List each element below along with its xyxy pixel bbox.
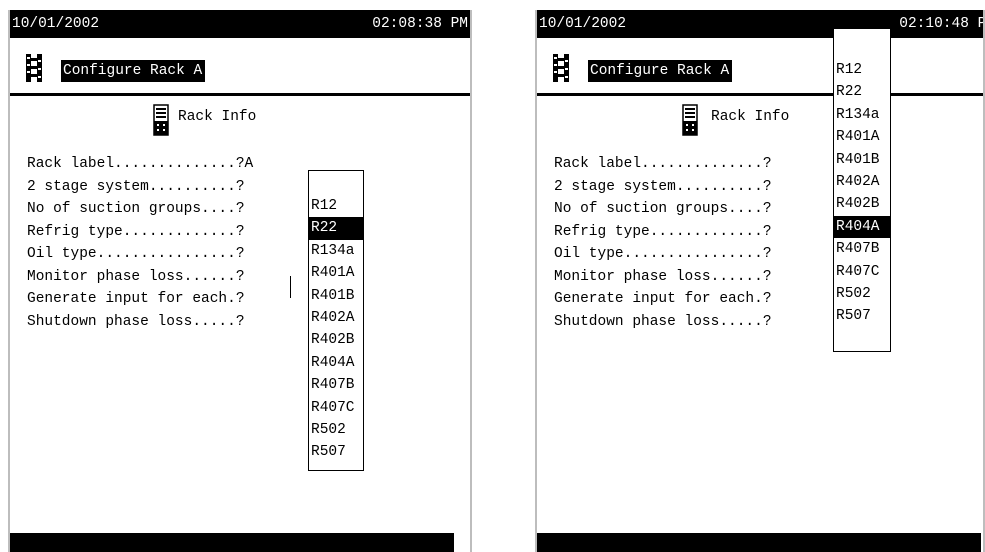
dropdown-option[interactable]: R402A [309, 307, 363, 329]
dropdown-option[interactable]: R507 [834, 305, 890, 327]
section-title: Rack Info [711, 109, 790, 125]
field-refrig-type[interactable]: Refrig type.............? [27, 221, 253, 244]
refrig-type-dropdown[interactable]: R12 R22 R134a R401A R401B R402A R402B R404A R407… [833, 28, 891, 352]
field-label: Rack label..............? [554, 156, 772, 172]
field-rack-label[interactable]: Rack label..............?A [27, 153, 253, 176]
dropdown-option[interactable]: R404A [834, 215, 890, 239]
field-oil-type[interactable]: Oil type................? [27, 243, 253, 266]
dropdown-option[interactable]: R12 [834, 59, 890, 81]
field-label: No of suction groups....? [27, 201, 245, 217]
terminal-screen-right: 10/01/2002 02:10:48 PM Configure Rack A … [535, 10, 985, 552]
field-value: A [244, 156, 254, 172]
bottom-bar [537, 533, 981, 552]
field-label: Refrig type.............? [27, 223, 245, 240]
status-time: 02:10:48 PM [899, 16, 985, 32]
text-cursor [290, 276, 291, 298]
status-time: 02:08:38 PM [372, 16, 468, 32]
field-label: Generate input for each.? [554, 291, 772, 307]
screen-edge [470, 10, 472, 552]
dropdown-option[interactable]: R401B [834, 149, 890, 171]
field-2-stage-system[interactable]: 2 stage system..........? [554, 176, 772, 199]
refrig-type-dropdown[interactable]: R12 R22 R134a R401A R401B R402A R402B R404A R407… [308, 170, 364, 471]
field-label: Oil type................? [27, 246, 245, 262]
dropdown-option[interactable]: R134a [834, 104, 890, 126]
dropdown-option[interactable]: R22 [834, 81, 890, 103]
field-suction-groups[interactable]: No of suction groups....? [27, 198, 253, 221]
dropdown-option[interactable]: R407C [834, 261, 890, 283]
status-bar: 10/01/2002 02:10:48 PM [537, 10, 985, 38]
dropdown-option[interactable]: R402B [309, 329, 363, 351]
dropdown-option[interactable]: R134a [309, 240, 363, 262]
dropdown-option[interactable]: R502 [309, 419, 363, 441]
field-label: No of suction groups....? [554, 201, 772, 217]
field-refrig-type[interactable]: Refrig type.............? [554, 221, 772, 244]
dropdown-option[interactable]: R12 [309, 195, 363, 217]
field-label: Monitor phase loss......? [554, 268, 772, 285]
page-title: Configure Rack A [61, 60, 206, 82]
page-title: Configure Rack A [588, 60, 733, 82]
dropdown-option[interactable]: R404A [309, 352, 363, 374]
dropdown-option[interactable]: R407B [834, 238, 890, 260]
form-fields: Rack label..............?A 2 stage syste… [27, 153, 253, 333]
dropdown-option[interactable]: R502 [834, 283, 890, 305]
field-label: 2 stage system..........? [554, 178, 772, 195]
dropdown-option[interactable]: R407C [309, 397, 363, 419]
dropdown-option[interactable]: R402A [834, 171, 890, 193]
status-date: 10/01/2002 [539, 16, 627, 32]
rack-info-icon [682, 104, 698, 136]
dropdown-option[interactable]: R407B [309, 374, 363, 396]
field-label: Shutdown phase loss.....? [27, 313, 245, 330]
section-title: Rack Info [178, 109, 257, 125]
dropdown-option[interactable]: R401B [309, 285, 363, 307]
status-bar: 10/01/2002 02:08:38 PM [10, 10, 470, 38]
dropdown-option[interactable]: R22 [309, 217, 363, 240]
field-shutdown-phase-loss[interactable]: Shutdown phase loss.....? [554, 311, 772, 334]
rack-icon [26, 54, 42, 82]
field-rack-label[interactable]: Rack label..............? [554, 153, 772, 176]
field-monitor-phase-loss[interactable]: Monitor phase loss......? [554, 266, 772, 289]
field-oil-type[interactable]: Oil type................? [554, 243, 772, 266]
status-date: 10/01/2002 [12, 16, 100, 32]
field-generate-input[interactable]: Generate input for each.? [27, 288, 253, 311]
field-2-stage-system[interactable]: 2 stage system..........? [27, 176, 253, 199]
field-label: Shutdown phase loss.....? [554, 313, 772, 330]
field-suction-groups[interactable]: No of suction groups....? [554, 198, 772, 221]
field-label: 2 stage system..........? [27, 178, 245, 195]
rack-info-icon [153, 104, 169, 136]
rack-icon [553, 54, 569, 82]
field-label: Monitor phase loss......? [27, 268, 245, 285]
dropdown-option[interactable]: R401A [309, 262, 363, 284]
field-generate-input[interactable]: Generate input for each.? [554, 288, 772, 311]
field-shutdown-phase-loss[interactable]: Shutdown phase loss.....? [27, 311, 253, 334]
dropdown-option[interactable]: R402B [834, 193, 890, 215]
field-label: Refrig type.............? [554, 223, 772, 240]
terminal-screen-left: 10/01/2002 02:08:38 PM Configure Rack A … [8, 10, 470, 552]
title-divider [537, 93, 985, 96]
dropdown-option[interactable]: R507 [309, 441, 363, 463]
dropdown-option[interactable]: R401A [834, 126, 890, 148]
field-monitor-phase-loss[interactable]: Monitor phase loss......? [27, 266, 253, 289]
bottom-bar [10, 533, 454, 552]
form-fields: Rack label..............? 2 stage system… [554, 153, 772, 333]
field-label: Generate input for each.? [27, 291, 245, 307]
field-label: Rack label..............? [27, 156, 245, 172]
title-divider [10, 93, 470, 96]
field-label: Oil type................? [554, 246, 772, 262]
